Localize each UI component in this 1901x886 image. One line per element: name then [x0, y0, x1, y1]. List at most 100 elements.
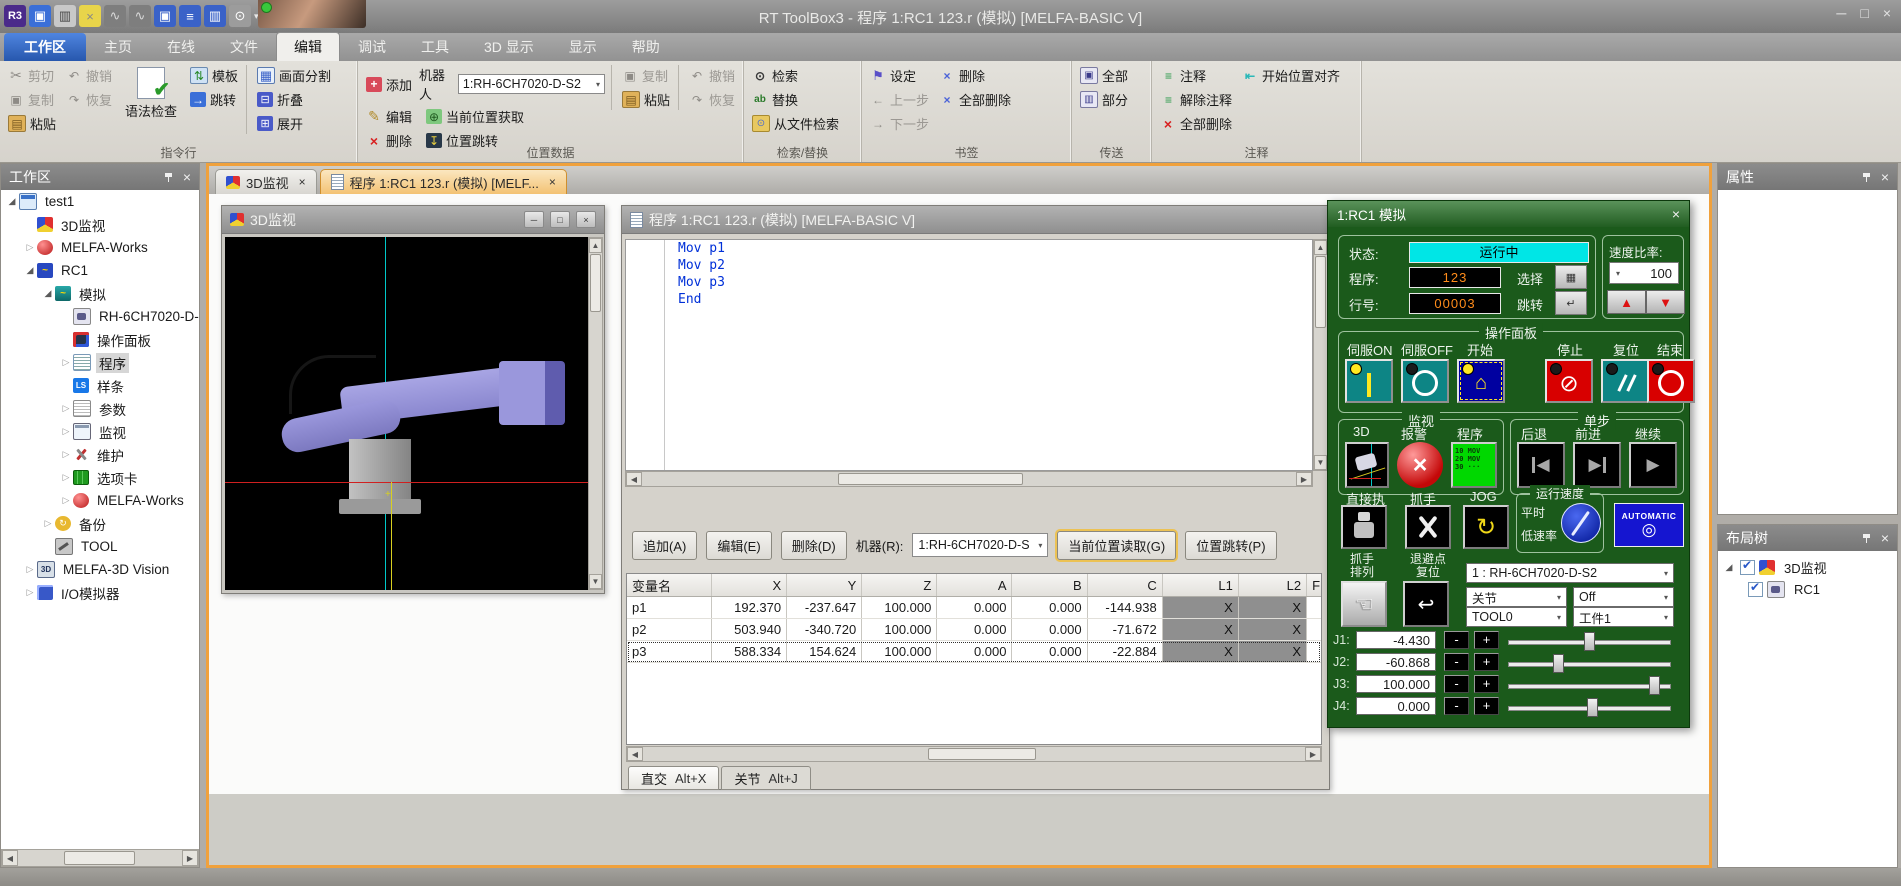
replace-button[interactable]: ab替换: [750, 89, 841, 110]
off-dropdown[interactable]: Off▾: [1573, 587, 1674, 607]
cut-button[interactable]: ✂剪切: [6, 65, 58, 86]
slider-thumb[interactable]: [1584, 632, 1595, 651]
collapse-arrow-icon[interactable]: ▷: [59, 426, 73, 437]
3d-viewport[interactable]: +: [225, 237, 588, 590]
robot-select-dropdown[interactable]: 1 : RH-6CH7020-D-S2▾: [1466, 563, 1674, 583]
slider-thumb[interactable]: [1649, 676, 1660, 695]
undo-button[interactable]: ↶撤销: [64, 65, 114, 86]
tree-item-melfa-works-2[interactable]: ▷MELFA-Works: [1, 489, 199, 512]
tree-item-option-card[interactable]: ▷选项卡: [1, 466, 199, 489]
scroll-left-icon[interactable]: ◀: [626, 472, 642, 486]
scrollbar-thumb[interactable]: [928, 748, 1036, 760]
col-header[interactable]: L2: [1239, 574, 1307, 596]
scroll-right-icon[interactable]: ▶: [182, 850, 198, 866]
expand-arrow-icon[interactable]: ◢: [23, 265, 37, 276]
position-add-button[interactable]: +添加: [364, 74, 414, 95]
comment-button[interactable]: ≡注释: [1158, 65, 1234, 86]
tree-item-test1[interactable]: ◢test1: [1, 190, 199, 213]
alarm-button[interactable]: ×: [1397, 442, 1443, 488]
window-close-button[interactable]: ×: [576, 211, 596, 228]
table-row[interactable]: p1 192.370 -237.647 100.000 0.000 0.000 …: [627, 597, 1321, 619]
get-current-position-button[interactable]: ⊕当前位置获取: [424, 106, 526, 127]
3d-vscrollbar[interactable]: ▲ ▼: [588, 237, 603, 590]
j1-plus-button[interactable]: +: [1474, 631, 1499, 649]
step-forward-button[interactable]: ▶: [1573, 442, 1621, 488]
table-row[interactable]: p2 503.940 -340.720 100.000 0.000 0.000 …: [627, 619, 1321, 641]
tree-item-program[interactable]: ▷程序: [1, 351, 199, 374]
mdi-tab-3d-monitor[interactable]: 3D监视×: [215, 169, 317, 194]
j1-slider[interactable]: [1508, 631, 1671, 651]
col-header[interactable]: A: [937, 574, 1012, 596]
joint-mode-dropdown[interactable]: 关节▾: [1466, 587, 1567, 607]
j1-minus-button[interactable]: -: [1444, 631, 1469, 649]
collapse-arrow-icon[interactable]: ▷: [59, 472, 73, 483]
position-paste-button[interactable]: ▤粘贴: [620, 89, 672, 110]
paste-button[interactable]: ▤粘贴: [6, 113, 58, 134]
position-redo-button[interactable]: ↷恢复: [687, 89, 737, 110]
jump-button[interactable]: →跳转: [188, 89, 240, 110]
j1-value-field[interactable]: -4.430: [1356, 631, 1436, 649]
append-button[interactable]: 追加(A): [632, 531, 697, 560]
col-header[interactable]: X: [712, 574, 787, 596]
position-copy-button[interactable]: ▣复制: [620, 65, 672, 86]
table-hscrollbar[interactable]: ◀ ▶: [626, 746, 1322, 762]
align-start-position-button[interactable]: ⇤开始位置对齐: [1240, 65, 1342, 86]
tab-close-icon[interactable]: ×: [299, 175, 306, 189]
bookmark-prev-button[interactable]: ←上一步: [868, 89, 931, 110]
j2-value-field[interactable]: -60.868: [1356, 653, 1436, 671]
tree-item-3d-monitor[interactable]: 3D监视: [1, 213, 199, 236]
retreat-reset-button[interactable]: ↩: [1403, 581, 1449, 627]
expand-arrow-icon[interactable]: ◢: [5, 196, 19, 207]
tree-item-io-simulator[interactable]: ▷I/O模拟器: [1, 581, 199, 604]
edit-button[interactable]: 编辑(E): [706, 531, 771, 560]
layout-tree-close-icon[interactable]: ×: [1881, 533, 1889, 543]
bookmark-set-button[interactable]: ⚑设定: [868, 65, 931, 86]
stop-button[interactable]: ⊘: [1545, 359, 1593, 403]
speed-up-button[interactable]: ▲: [1607, 290, 1646, 314]
col-header[interactable]: L1: [1163, 574, 1239, 596]
transfer-all-button[interactable]: ▣全部: [1078, 65, 1130, 86]
read-current-position-button[interactable]: 当前位置读取(G): [1057, 531, 1176, 560]
code-line[interactable]: 3Mov p3: [626, 274, 1312, 291]
speed-down-button[interactable]: ▼: [1646, 290, 1685, 314]
window-maximize-button[interactable]: □: [550, 211, 570, 228]
j3-plus-button[interactable]: +: [1474, 675, 1499, 693]
tab-close-icon[interactable]: ×: [549, 175, 556, 189]
collapse-arrow-icon[interactable]: ▷: [59, 403, 73, 414]
start-button[interactable]: ⌂: [1457, 359, 1505, 403]
table-row[interactable]: p3 588.334 154.624 100.000 0.000 0.000 -…: [627, 641, 1321, 663]
monitor-3d-button[interactable]: [1345, 442, 1389, 488]
comment-delete-all-button[interactable]: ×全部删除: [1158, 113, 1234, 134]
speed-dropdown[interactable]: ▾100: [1609, 262, 1679, 284]
scrollbar-thumb[interactable]: [838, 473, 1023, 485]
checkbox-checked[interactable]: [1748, 582, 1763, 597]
scroll-up-icon[interactable]: ▲: [589, 238, 602, 253]
position-undo-button[interactable]: ↶撤销: [687, 65, 737, 86]
workspace-close-icon[interactable]: ×: [183, 172, 191, 182]
direct-exec-button[interactable]: [1341, 505, 1387, 549]
code-line[interactable]: 1Mov p1: [626, 240, 1312, 257]
copy-button[interactable]: ▣复制: [6, 89, 58, 110]
search-in-files-button[interactable]: ⊙从文件检索: [750, 113, 841, 134]
tab-online[interactable]: 在线: [150, 33, 212, 61]
scroll-up-icon[interactable]: ▲: [1314, 240, 1327, 255]
automatic-button[interactable]: AUTOMATIC ◎: [1614, 503, 1684, 547]
tool-dropdown[interactable]: TOOL0▾: [1466, 607, 1567, 627]
continue-button[interactable]: ▶: [1629, 442, 1677, 488]
j4-plus-button[interactable]: +: [1474, 697, 1499, 715]
j4-value-field[interactable]: 0.000: [1356, 697, 1436, 715]
j2-minus-button[interactable]: -: [1444, 653, 1469, 671]
code-hscrollbar[interactable]: ◀ ▶: [625, 471, 1313, 487]
jog-button[interactable]: ↻: [1463, 505, 1509, 549]
collapse-arrow-icon[interactable]: ▷: [59, 495, 73, 506]
window-minimize-button[interactable]: ─: [524, 211, 544, 228]
tab-file[interactable]: 文件: [213, 33, 275, 61]
col-header[interactable]: B: [1012, 574, 1087, 596]
j4-minus-button[interactable]: -: [1444, 697, 1469, 715]
slider-thumb[interactable]: [1553, 654, 1564, 673]
tab-cartesian[interactable]: 直交Alt+X: [628, 766, 719, 790]
code-editor[interactable]: 1Mov p1 2Mov p2 3Mov p3 4End: [625, 239, 1313, 471]
expand-arrow-icon[interactable]: ◢: [41, 288, 55, 299]
end-button[interactable]: [1647, 359, 1695, 403]
tab-edit[interactable]: 编辑: [276, 32, 340, 61]
